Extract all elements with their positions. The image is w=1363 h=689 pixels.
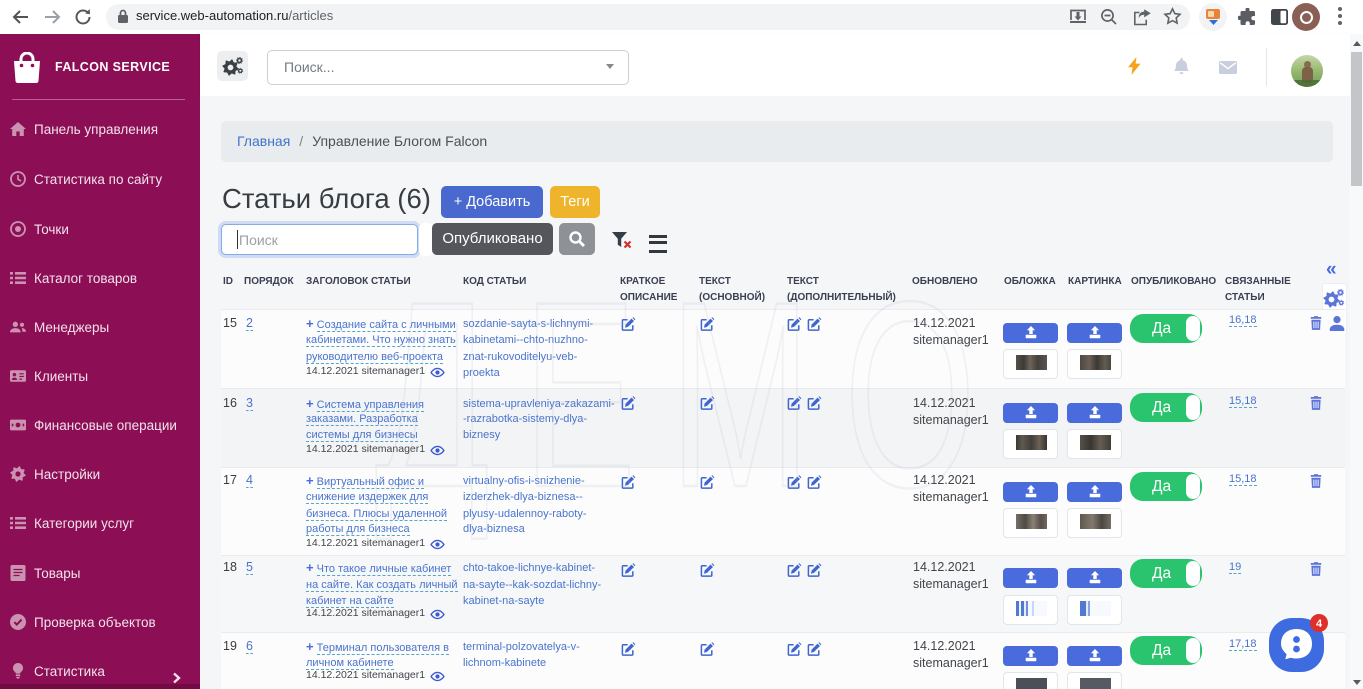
svg-text:4: 4	[1316, 618, 1323, 630]
